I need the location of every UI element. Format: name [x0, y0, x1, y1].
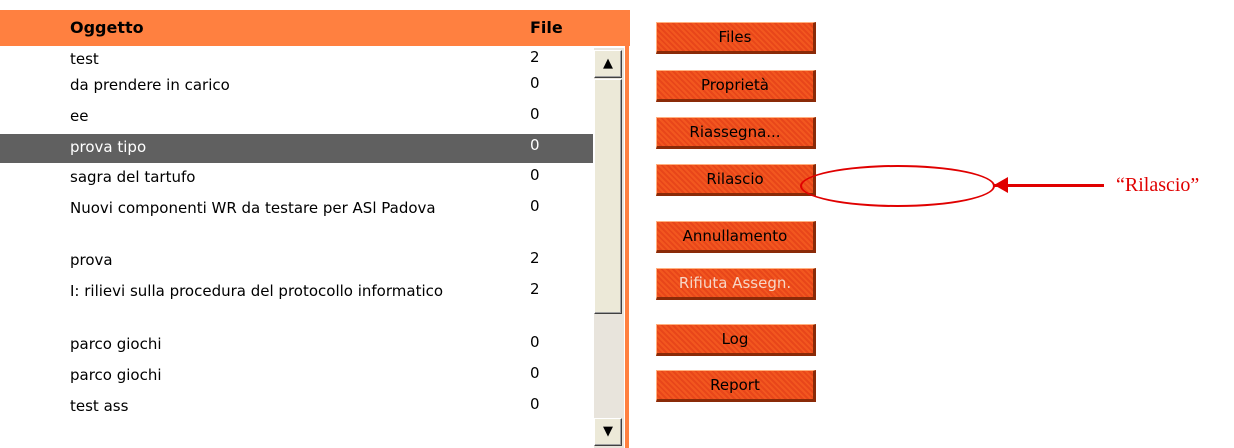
- list-row[interactable]: test 2: [0, 46, 593, 72]
- row-file-count: 2: [530, 249, 540, 267]
- list-row[interactable]: test ass 0: [0, 393, 593, 424]
- row-file-count: 0: [530, 197, 540, 215]
- rifiuta-assegnazione-button[interactable]: Rifiuta Assegn.: [656, 268, 816, 300]
- report-button[interactable]: Report: [656, 370, 816, 402]
- row-subject: I: rilievi sulla procedura del protocoll…: [70, 282, 444, 300]
- list-row[interactable]: ee 0: [0, 103, 593, 134]
- scroll-up-icon[interactable]: ▲: [594, 50, 622, 78]
- list-row[interactable]: da prendere in carico 0: [0, 72, 593, 103]
- list-row[interactable]: I: rilievi sulla procedura del protocoll…: [0, 278, 593, 331]
- list-row[interactable]: Nuovi componenti WR da testare per ASl P…: [0, 195, 593, 247]
- row-file-count: 0: [530, 395, 540, 413]
- rilascio-button[interactable]: Rilascio: [656, 164, 816, 196]
- column-header-oggetto[interactable]: Oggetto: [70, 18, 144, 37]
- document-list: test 2 da prendere in carico 0 ee 0 prov…: [0, 46, 593, 448]
- row-subject: Nuovi componenti WR da testare per ASl P…: [70, 199, 436, 217]
- list-header: Oggetto File: [0, 10, 630, 46]
- row-file-count: 0: [530, 74, 540, 92]
- annotation-arrow-head-icon: [994, 177, 1008, 193]
- scrollbar-thumb[interactable]: [594, 79, 622, 314]
- list-row[interactable]: prova 2: [0, 247, 593, 278]
- list-row-selected[interactable]: prova tipo 0: [0, 134, 593, 163]
- row-subject: parco giochi: [70, 335, 162, 353]
- column-header-file[interactable]: File: [530, 18, 563, 37]
- proprieta-button[interactable]: Proprietà: [656, 70, 816, 102]
- row-subject: test ass: [70, 397, 129, 415]
- annotation-label: “Rilascio”: [1116, 174, 1200, 196]
- list-row[interactable]: sagra del tartufo 0: [0, 164, 593, 195]
- annotation-ellipse: [800, 165, 995, 207]
- annullamento-button[interactable]: Annullamento: [656, 221, 816, 253]
- row-file-count: 0: [530, 333, 540, 351]
- list-row[interactable]: parco giochi 0: [0, 362, 593, 393]
- row-subject: prova tipo: [70, 138, 147, 156]
- row-file-count: 2: [530, 48, 540, 66]
- row-file-count: 0: [530, 364, 540, 382]
- scroll-down-icon[interactable]: ▼: [594, 418, 622, 446]
- row-subject: ee: [70, 107, 89, 125]
- row-subject: parco giochi: [70, 366, 162, 384]
- annotation-arrow-line: [994, 184, 1104, 187]
- row-file-count: 0: [530, 166, 540, 184]
- document-list-panel: Oggetto File test 2 da prendere in caric…: [0, 0, 630, 448]
- row-subject: sagra del tartufo: [70, 168, 196, 186]
- row-file-count: 0: [530, 136, 540, 154]
- list-scrollbar[interactable]: ▲ ▼: [594, 48, 624, 448]
- row-subject: prova: [70, 251, 113, 269]
- row-file-count: 0: [530, 105, 540, 123]
- row-subject: test: [70, 50, 99, 68]
- list-row[interactable]: parco giochi 0: [0, 331, 593, 362]
- files-button[interactable]: Files: [656, 22, 816, 54]
- row-file-count: 2: [530, 280, 540, 298]
- row-subject: da prendere in carico: [70, 76, 230, 94]
- log-button[interactable]: Log: [656, 324, 816, 356]
- panel-border: [625, 10, 629, 448]
- riassegna-button[interactable]: Riassegna...: [656, 117, 816, 149]
